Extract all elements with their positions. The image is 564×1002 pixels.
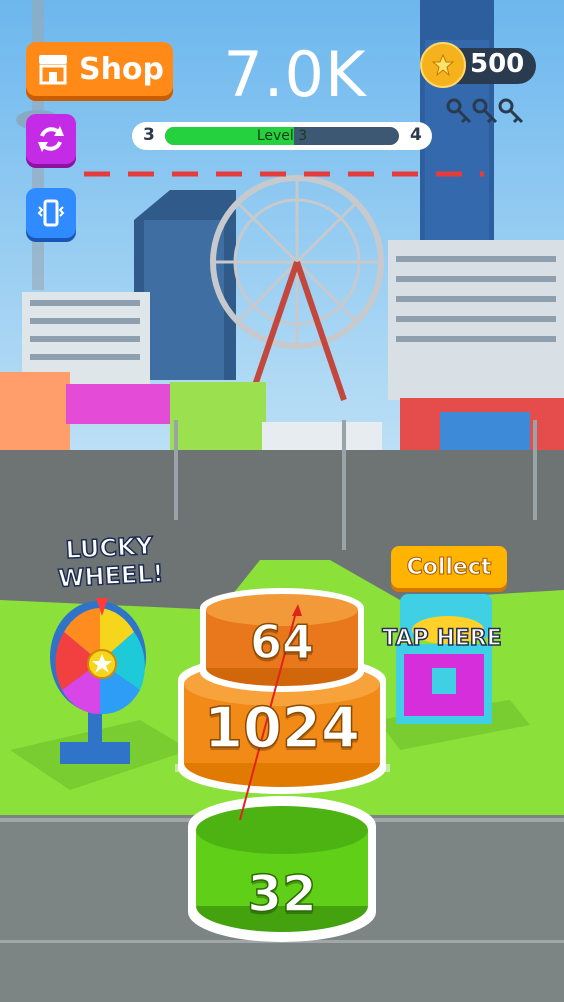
vibrate-icon [37, 199, 65, 227]
restart-button[interactable] [26, 114, 76, 164]
level-label: Level 3 [256, 128, 308, 144]
shop-icon [38, 55, 67, 85]
shop-button[interactable]: Shop [26, 42, 173, 96]
keys-indicator [446, 98, 524, 124]
level-current: 3 [143, 125, 155, 145]
collect-button[interactable]: Collect [391, 546, 507, 588]
score-display: 7.0K [223, 38, 367, 111]
block-1024-value: 1024 [203, 695, 360, 762]
key-icon [498, 98, 524, 124]
coin-icon [420, 42, 466, 88]
vibration-toggle-button[interactable] [26, 188, 76, 238]
tap-here-label[interactable]: TAP HERE [380, 625, 504, 652]
level-track: Level 3 [165, 127, 399, 145]
level-next: 4 [410, 125, 422, 145]
shop-label: Shop [78, 51, 165, 87]
lucky-wheel-label[interactable]: LUCKY WHEEL! [39, 530, 182, 593]
danger-line [84, 171, 484, 177]
coin-amount: 500 [470, 49, 525, 79]
restart-icon [38, 126, 64, 152]
key-icon [472, 98, 498, 124]
block-64-value: 64 [249, 614, 315, 670]
game-scene [0, 0, 564, 1002]
key-icon [446, 98, 472, 124]
shooter-block-value: 32 [246, 864, 317, 924]
